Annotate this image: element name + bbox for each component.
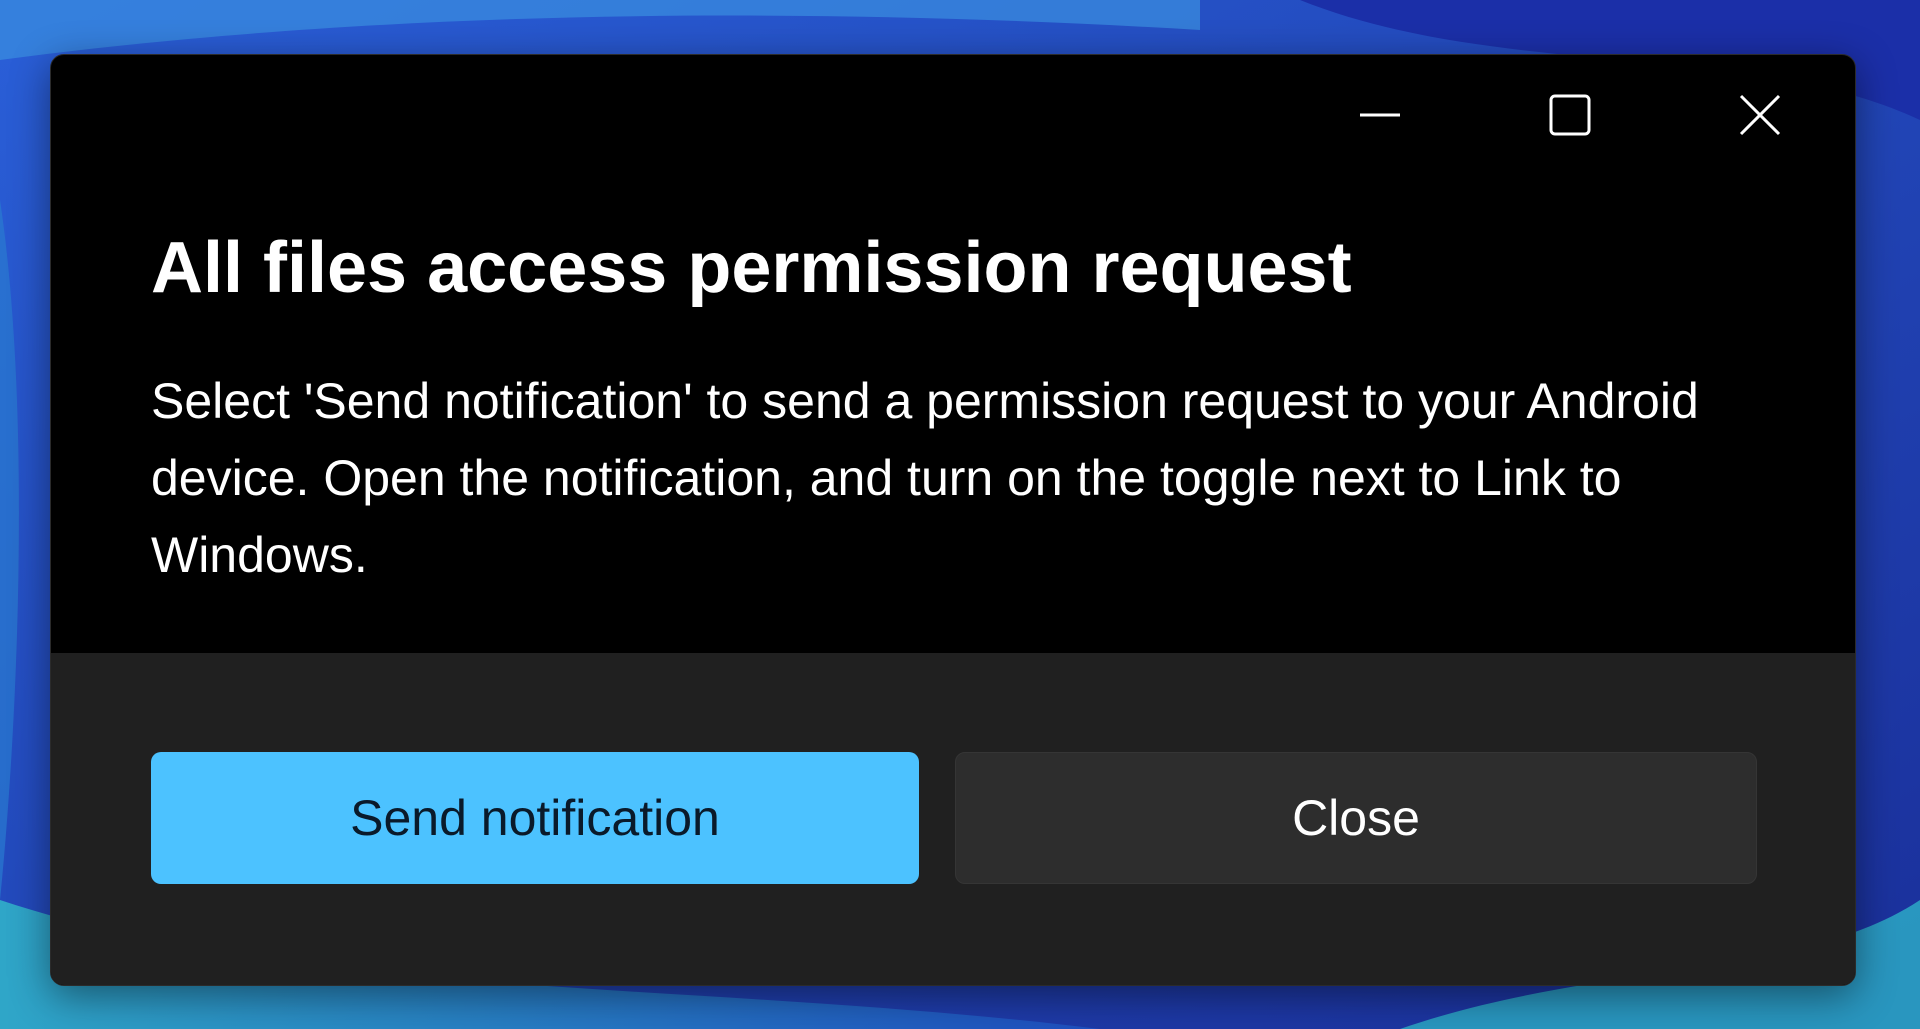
close-label: Close — [1292, 790, 1420, 846]
minimize-icon — [1360, 113, 1400, 117]
title-bar — [1285, 55, 1855, 175]
send-notification-label: Send notification — [350, 790, 720, 846]
close-icon — [1739, 94, 1781, 136]
maximize-icon — [1549, 94, 1591, 136]
minimize-button[interactable] — [1285, 55, 1475, 175]
dialog-content: All files access permission request Sele… — [151, 225, 1791, 594]
dialog-title: All files access permission request — [151, 228, 1352, 308]
maximize-button[interactable] — [1475, 55, 1665, 175]
dialog-message: Select 'Send notification' to send a per… — [151, 373, 1699, 584]
close-window-button[interactable] — [1665, 55, 1855, 175]
close-button[interactable]: Close — [955, 752, 1757, 884]
dialog-footer: Send notification Close — [51, 653, 1855, 985]
permission-dialog: All files access permission request Sele… — [50, 54, 1856, 986]
send-notification-button[interactable]: Send notification — [151, 752, 919, 884]
